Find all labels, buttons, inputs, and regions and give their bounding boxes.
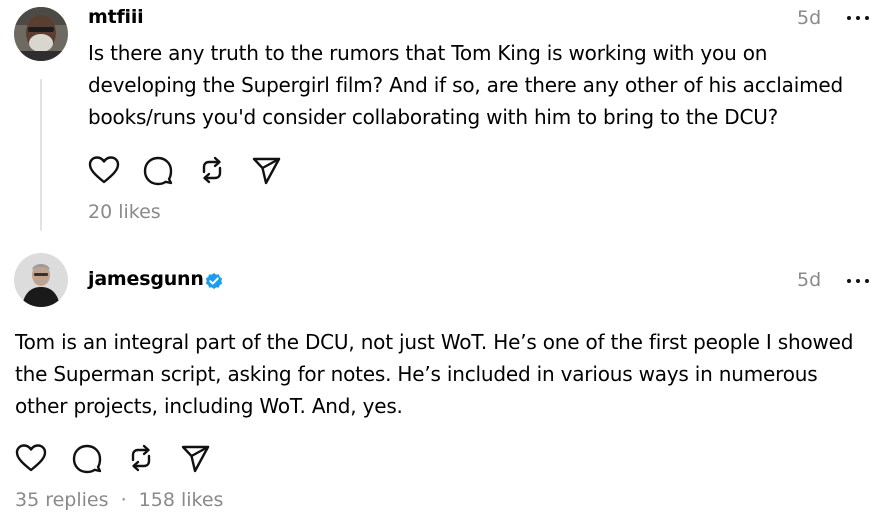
reply-likes-count[interactable]: 158 likes xyxy=(139,489,224,511)
post-username[interactable]: mtfiii xyxy=(88,6,144,28)
post-likes-count[interactable]: 20 likes xyxy=(88,201,161,223)
stats-separator: · xyxy=(120,489,127,511)
heart-icon[interactable] xyxy=(13,440,49,476)
verified-badge-icon xyxy=(205,273,223,289)
repost-icon[interactable] xyxy=(123,440,159,476)
reply-text-line-1: Tom is an integral part of the DCU, not … xyxy=(15,330,854,354)
reply-timestamp[interactable]: 5d xyxy=(797,269,821,291)
send-icon[interactable] xyxy=(248,152,284,188)
reply-actions xyxy=(13,440,213,476)
post-text-line-3: books/runs you'd consider collaborating … xyxy=(88,105,779,129)
repost-icon[interactable] xyxy=(194,152,230,188)
heart-icon[interactable] xyxy=(86,152,122,188)
post-timestamp[interactable]: 5d xyxy=(797,7,821,29)
comment-icon[interactable] xyxy=(69,440,105,476)
reply-username[interactable]: jamesgunn xyxy=(88,268,204,290)
comment-icon[interactable] xyxy=(140,152,176,188)
post-actions xyxy=(86,152,286,188)
post-text-line-2: developing the Supergirl film? And if so… xyxy=(88,73,843,97)
post-text-line-1: Is there any truth to the rumors that To… xyxy=(88,41,768,65)
post-more-icon[interactable] xyxy=(847,13,869,23)
reply-more-icon[interactable] xyxy=(847,276,869,286)
avatar-mtfiii[interactable] xyxy=(14,7,68,61)
avatar-jamesgunn[interactable] xyxy=(14,253,68,307)
thread-line xyxy=(40,79,42,231)
reply-stats: 35 replies · 158 likes xyxy=(15,489,223,511)
reply-text-line-2: the Superman script, asking for notes. H… xyxy=(15,362,818,386)
reply-replies-count[interactable]: 35 replies xyxy=(15,489,109,511)
reply-text-line-3: other projects, including WoT. And, yes. xyxy=(15,394,403,418)
send-icon[interactable] xyxy=(177,440,213,476)
